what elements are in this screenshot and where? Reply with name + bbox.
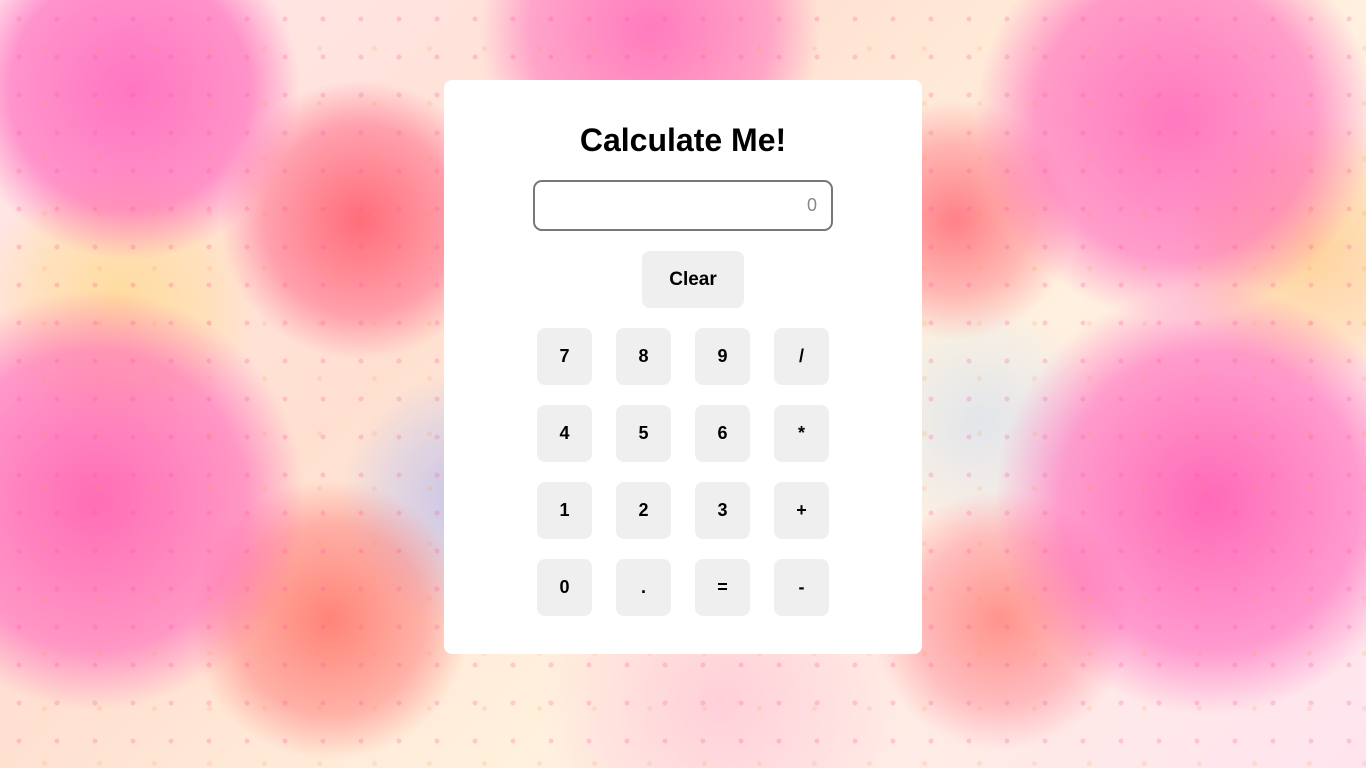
key-9-button[interactable]: 9 (695, 328, 750, 385)
page-title: Calculate Me! (579, 122, 787, 158)
key-5-button[interactable]: 5 (616, 405, 671, 462)
clear-button[interactable]: Clear (642, 251, 744, 308)
key-4-button[interactable]: 4 (537, 405, 592, 462)
key-3-button[interactable]: 3 (695, 482, 750, 539)
subtract-button[interactable]: - (774, 559, 829, 616)
key-6-button[interactable]: 6 (695, 405, 750, 462)
equals-button[interactable]: = (695, 559, 750, 616)
display-input[interactable] (533, 180, 833, 231)
add-button[interactable]: + (774, 482, 829, 539)
key-2-button[interactable]: 2 (616, 482, 671, 539)
key-7-button[interactable]: 7 (537, 328, 592, 385)
decimal-button[interactable]: . (616, 559, 671, 616)
calculator-panel: Calculate Me! Clear 7 8 9 / 4 5 6 * 1 2 … (444, 80, 922, 654)
key-8-button[interactable]: 8 (616, 328, 671, 385)
multiply-button[interactable]: * (774, 405, 829, 462)
divide-button[interactable]: / (774, 328, 829, 385)
key-0-button[interactable]: 0 (537, 559, 592, 616)
key-1-button[interactable]: 1 (537, 482, 592, 539)
keypad: 7 8 9 / 4 5 6 * 1 2 3 + 0 . = - (537, 328, 829, 616)
